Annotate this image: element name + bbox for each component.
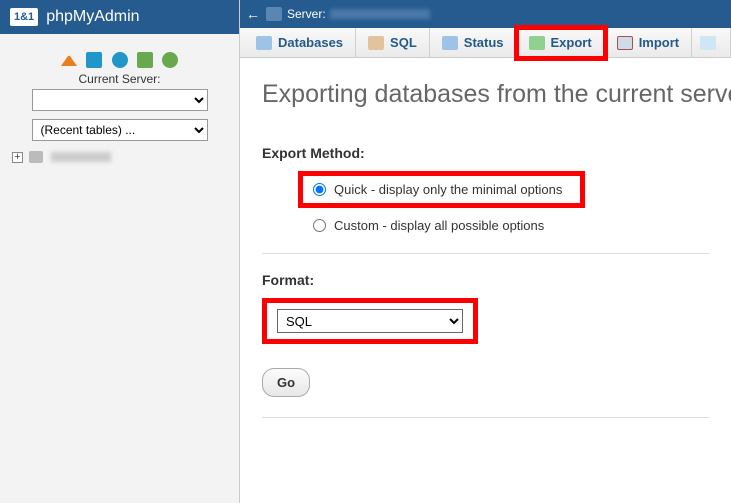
export-method-label: Export Method: [262,145,709,161]
tab-label: Import [639,35,679,50]
tab-import[interactable]: Import [605,28,692,58]
divider [262,253,709,254]
logo-bar: 1&1 phpMyAdmin [0,0,239,34]
current-server-select[interactable] [32,89,208,111]
server-breadcrumb-icon [266,7,282,21]
content: Exporting databases from the current ser… [240,58,731,503]
format-label: Format: [262,272,709,288]
sidebar-quick-icons [0,52,239,68]
database-icon [29,151,43,163]
radio-custom-label: Custom - display all possible options [334,218,544,233]
tab-label: Export [551,35,592,50]
format-select[interactable]: SQL [277,309,463,333]
tab-label: Databases [278,35,343,50]
radio-quick[interactable] [313,183,326,196]
tab-databases[interactable]: Databases [244,28,356,58]
server-breadcrumb-label: Server: [287,7,326,21]
tab-more[interactable] [692,28,731,58]
tab-label: Status [464,35,504,50]
export-method-custom-row[interactable]: Custom - display all possible options [313,218,709,233]
recent-tables-select[interactable]: (Recent tables) ... [32,119,208,141]
database-name-blurred[interactable] [51,152,111,162]
page-title: Exporting databases from the current ser… [262,80,709,109]
tab-status[interactable]: Status [430,28,517,58]
server-name-blurred [330,9,430,19]
brand-badge: 1&1 [10,8,38,26]
more-icon [700,36,716,50]
radio-custom[interactable] [313,219,326,232]
status-icon [442,36,458,50]
main: ← Server: Databases SQL Status Export [240,0,731,503]
home-icon[interactable] [61,50,77,66]
current-server-label: Current Server: [0,72,239,86]
server-icon[interactable] [86,52,102,68]
tab-sql[interactable]: SQL [356,28,430,58]
sidebar: 1&1 phpMyAdmin Current Server: (Recent t… [0,0,240,503]
app-name: phpMyAdmin [46,8,139,26]
format-highlight: SQL [262,298,478,344]
databases-icon [256,36,272,50]
breadcrumb-bar: ← Server: [240,0,731,28]
export-method-quick-highlight: Quick - display only the minimal options [298,171,585,208]
tab-export[interactable]: Export [517,28,605,58]
tree-expand-icon[interactable]: + [12,152,23,163]
db-tree: + [0,149,239,163]
help-icon[interactable] [112,52,128,68]
go-button[interactable]: Go [262,368,310,397]
radio-quick-label: Quick - display only the minimal options [334,182,562,197]
back-arrow-icon[interactable]: ← [246,6,260,22]
top-tabs: Databases SQL Status Export Import [240,28,731,58]
go-button-label: Go [277,375,295,390]
refresh-icon[interactable] [162,52,178,68]
import-icon [617,36,633,50]
query-icon[interactable] [137,52,153,68]
sql-icon [368,36,384,50]
divider-bottom [262,417,709,418]
export-icon [529,36,545,50]
export-method-quick-row[interactable]: Quick - display only the minimal options [313,182,562,197]
tab-label: SQL [390,35,417,50]
